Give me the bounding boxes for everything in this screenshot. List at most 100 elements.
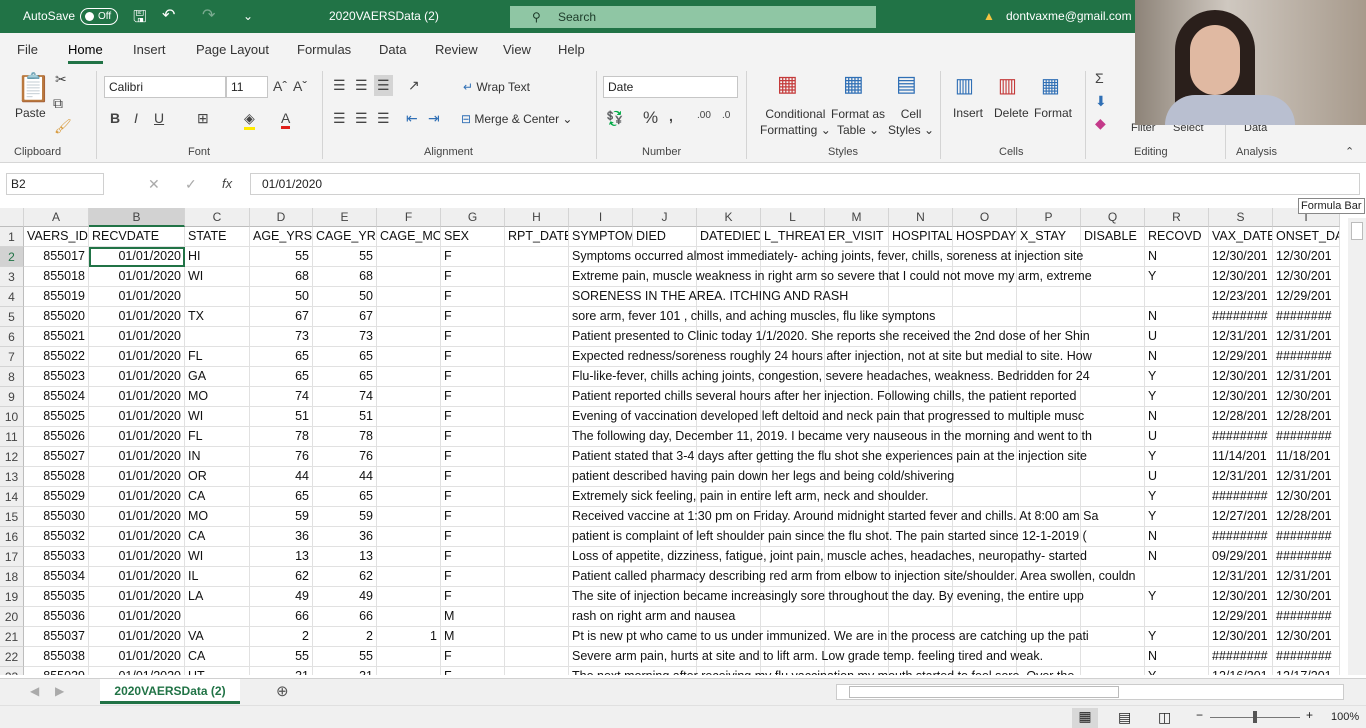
cell-g10[interactable]: F [441,407,505,427]
cell-r4[interactable] [1145,287,1209,307]
cell-h12[interactable] [505,447,569,467]
name-box[interactable]: B2 [6,173,104,195]
cell-r6[interactable]: U [1145,327,1209,347]
cell-a17[interactable]: 855033 [24,547,89,567]
cell-g3[interactable]: F [441,267,505,287]
cell-h16[interactable] [505,527,569,547]
cell-r7[interactable]: N [1145,347,1209,367]
cell-h5[interactable] [505,307,569,327]
cell-d17[interactable]: 13 [250,547,313,567]
row-header-14[interactable]: 14 [0,487,24,507]
symptom-text[interactable]: Severe arm pain, hurts at site and to li… [569,647,1145,667]
cell-c21[interactable]: VA [185,627,250,647]
cell-r19[interactable]: Y [1145,587,1209,607]
cell-a10[interactable]: 855025 [24,407,89,427]
redo-icon[interactable]: ↷ [202,5,215,25]
cell-t18[interactable]: 12/31/201 [1273,567,1340,587]
tab-file[interactable]: File [17,42,38,57]
row-header-22[interactable]: 22 [0,647,24,667]
cell-a20[interactable]: 855036 [24,607,89,627]
cell-r23[interactable]: Y [1145,667,1209,675]
cell-d5[interactable]: 67 [250,307,313,327]
align-middle-icon[interactable]: ☰ [355,77,368,94]
zoom-level[interactable]: 100% [1331,711,1359,723]
cell-h20[interactable] [505,607,569,627]
cell-e19[interactable]: 49 [313,587,377,607]
symptom-text[interactable]: patient is complaint of left shoulder pa… [569,527,1145,547]
search-box[interactable]: Search ⚲ [510,6,876,28]
row-header-5[interactable]: 5 [0,307,24,327]
cell-f9[interactable] [377,387,441,407]
cell-r8[interactable]: Y [1145,367,1209,387]
increase-decimal-icon[interactable]: .00 [697,110,711,121]
cell-r16[interactable]: N [1145,527,1209,547]
cell-s12[interactable]: 11/14/201 [1209,447,1273,467]
cell-g4[interactable]: F [441,287,505,307]
row-header-4[interactable]: 4 [0,287,24,307]
cell-g22[interactable]: F [441,647,505,667]
cell-g2[interactable]: F [441,247,505,267]
cell-h21[interactable] [505,627,569,647]
prev-sheet-icon[interactable]: ◀ [30,684,39,698]
cell-b9[interactable]: 01/01/2020 [89,387,185,407]
symptom-text[interactable]: Pt is new pt who came to us under immuni… [569,627,1145,647]
percent-icon[interactable]: % [643,108,658,128]
cell-b8[interactable]: 01/01/2020 [89,367,185,387]
accounting-format-icon[interactable]: 💱 [606,110,623,127]
zoom-in-icon[interactable]: + [1306,708,1313,722]
cell-a19[interactable]: 855035 [24,587,89,607]
cell-c17[interactable]: WI [185,547,250,567]
cell-d9[interactable]: 74 [250,387,313,407]
cell-b23[interactable]: 01/01/2020 [89,667,185,675]
cell-r5[interactable]: N [1145,307,1209,327]
cell-g16[interactable]: F [441,527,505,547]
header-cell-p[interactable]: X_STAY [1017,227,1081,247]
cell-d7[interactable]: 65 [250,347,313,367]
cell-s16[interactable]: ######## [1209,527,1273,547]
cell-c6[interactable] [185,327,250,347]
select-all-button[interactable] [0,208,24,227]
symptom-text[interactable]: Expected redness/soreness roughly 24 hou… [569,347,1145,367]
row-header-9[interactable]: 9 [0,387,24,407]
cell-a18[interactable]: 855034 [24,567,89,587]
cell-t8[interactable]: 12/31/201 [1273,367,1340,387]
cell-styles-button[interactable]: Cell Styles ⌄ [888,106,934,138]
row-header-11[interactable]: 11 [0,427,24,447]
header-cell-g[interactable]: SEX [441,227,505,247]
column-header-f[interactable]: F [377,208,441,227]
cell-a11[interactable]: 855026 [24,427,89,447]
header-cell-h[interactable]: RPT_DATE [505,227,569,247]
cell-h18[interactable] [505,567,569,587]
cell-t19[interactable]: 12/30/201 [1273,587,1340,607]
header-cell-k[interactable]: DATEDIED [697,227,761,247]
column-header-g[interactable]: G [441,208,505,227]
symptom-text[interactable]: patient described having pain down her l… [569,467,1145,487]
cell-g20[interactable]: M [441,607,505,627]
zoom-out-icon[interactable]: − [1196,708,1203,722]
cell-g18[interactable]: F [441,567,505,587]
cell-f22[interactable] [377,647,441,667]
cell-s11[interactable]: ######## [1209,427,1273,447]
cell-s4[interactable]: 12/23/201 [1209,287,1273,307]
cell-f7[interactable] [377,347,441,367]
cell-r17[interactable]: N [1145,547,1209,567]
format-cells-icon[interactable]: ▦ [1041,73,1060,98]
cell-h22[interactable] [505,647,569,667]
cell-a8[interactable]: 855023 [24,367,89,387]
cell-h17[interactable] [505,547,569,567]
cell-h4[interactable] [505,287,569,307]
column-header-d[interactable]: D [250,208,313,227]
cell-e17[interactable]: 13 [313,547,377,567]
cell-r9[interactable]: Y [1145,387,1209,407]
cell-c4[interactable] [185,287,250,307]
symptom-text[interactable]: The site of injection became increasingl… [569,587,1145,607]
symptom-text[interactable]: The following day, December 11, 2019. I … [569,427,1145,447]
row-header-6[interactable]: 6 [0,327,24,347]
cell-e8[interactable]: 65 [313,367,377,387]
column-header-n[interactable]: N [889,208,953,227]
cell-d16[interactable]: 36 [250,527,313,547]
cell-t11[interactable]: ######## [1273,427,1340,447]
cell-g17[interactable]: F [441,547,505,567]
cell-a7[interactable]: 855022 [24,347,89,367]
cell-g7[interactable]: F [441,347,505,367]
